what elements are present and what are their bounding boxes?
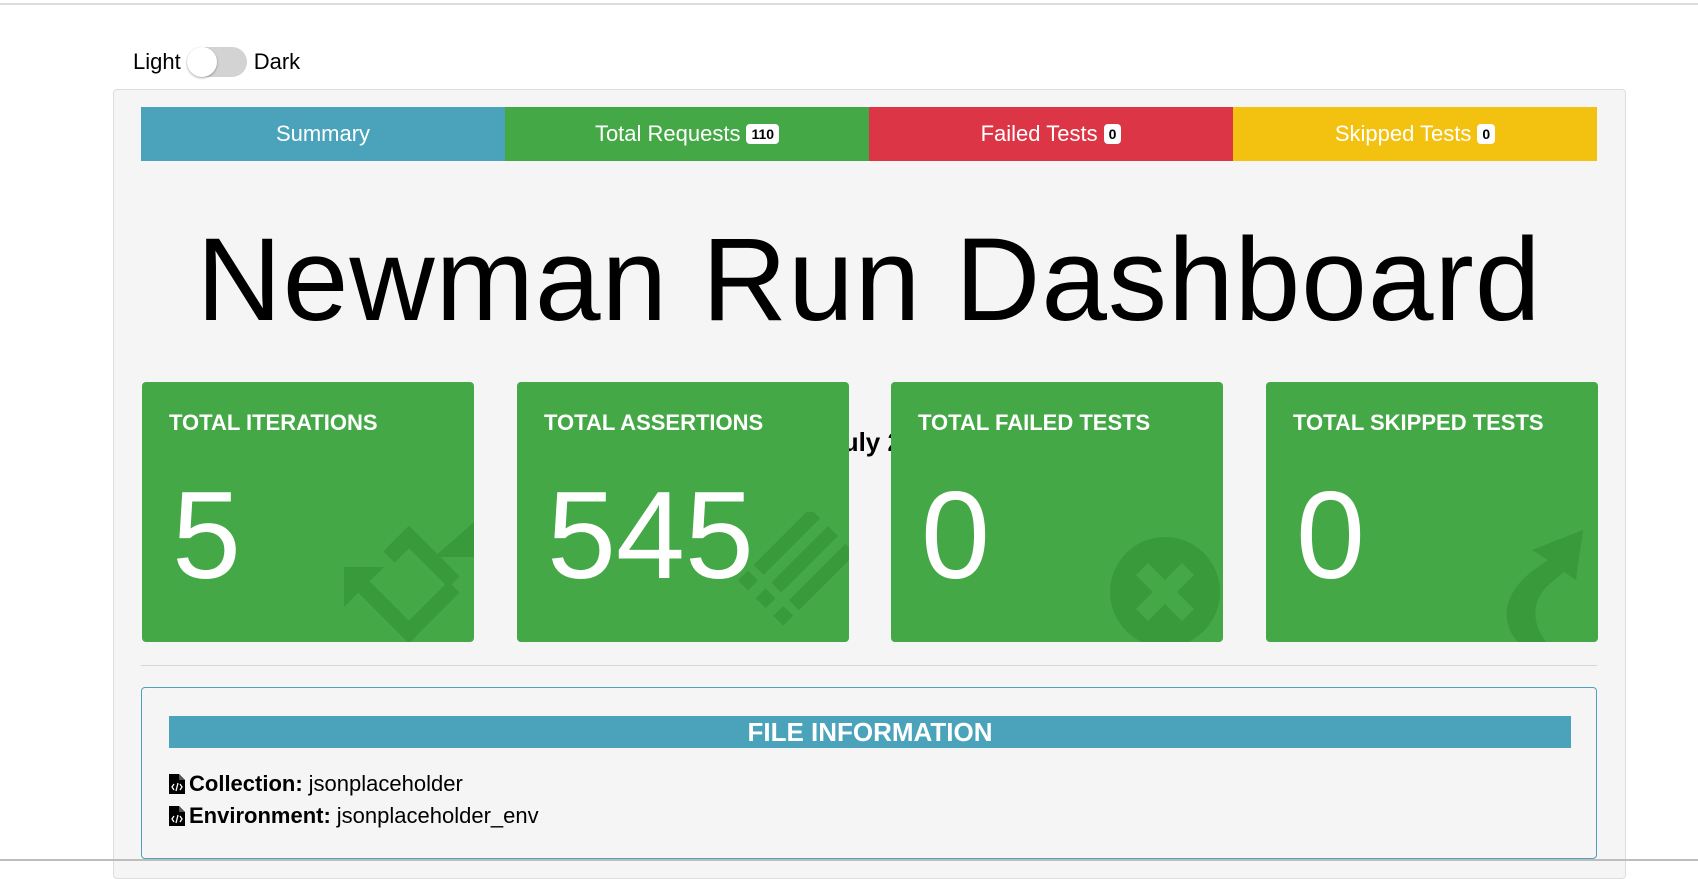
tab-failed-tests[interactable]: Failed Tests 0 bbox=[869, 107, 1233, 161]
total-skipped-tests-card: TOTAL SKIPPED TESTS 0 bbox=[1266, 382, 1598, 642]
card-label: TOTAL FAILED TESTS bbox=[918, 410, 1151, 435]
card-label: TOTAL ASSERTIONS bbox=[544, 410, 764, 435]
collection-value: jsonplaceholder bbox=[308, 771, 463, 796]
card-value: 0 bbox=[921, 467, 990, 605]
collection-row: Collection: jsonplaceholder bbox=[169, 771, 463, 797]
theme-switch[interactable] bbox=[186, 47, 247, 77]
light-label: Light bbox=[133, 49, 181, 74]
tab-total-requests[interactable]: Total Requests 110 bbox=[505, 107, 869, 161]
top-border bbox=[0, 3, 1698, 5]
tab-skipped-tests[interactable]: Skipped Tests 0 bbox=[1233, 107, 1597, 161]
file-code-icon bbox=[169, 774, 185, 794]
total-requests-badge: 110 bbox=[746, 124, 780, 144]
environment-value: jsonplaceholder_env bbox=[336, 803, 539, 828]
share-arrow-icon bbox=[1506, 530, 1583, 642]
total-iterations-card: TOTAL ITERATIONS 5 bbox=[142, 382, 474, 642]
tab-summary-label: Summary bbox=[275, 121, 371, 146]
switch-knob bbox=[186, 47, 217, 77]
card-value: 5 bbox=[172, 467, 241, 605]
nav-tabs: Summary Total Requests 110 Failed Tests … bbox=[141, 107, 1597, 161]
times-circle-icon bbox=[1110, 537, 1220, 642]
page-title: Newman Run Dashboard bbox=[196, 214, 1542, 346]
section-divider bbox=[141, 665, 1597, 666]
dashboard-container: Summary Total Requests 110 Failed Tests … bbox=[113, 89, 1626, 879]
theme-toggle: Light Dark bbox=[133, 44, 300, 80]
card-label: TOTAL ITERATIONS bbox=[169, 410, 378, 435]
environment-label: Environment: bbox=[189, 803, 331, 828]
tasks-icon bbox=[738, 512, 849, 626]
file-information-panel: FILE INFORMATION Collection: jsonplaceho… bbox=[141, 687, 1597, 859]
sync-icon bbox=[344, 522, 474, 642]
failed-tests-badge: 0 bbox=[1103, 124, 1122, 144]
card-value: 0 bbox=[1296, 467, 1365, 605]
total-assertions-card: TOTAL ASSERTIONS 545 bbox=[517, 382, 849, 642]
tab-total-requests-label: Total Requests bbox=[594, 121, 741, 146]
environment-row: Environment: jsonplaceholder_env bbox=[169, 803, 539, 829]
tab-failed-tests-label: Failed Tests bbox=[980, 121, 1098, 146]
total-failed-tests-card: TOTAL FAILED TESTS 0 bbox=[891, 382, 1223, 642]
collection-label: Collection: bbox=[189, 771, 303, 796]
skipped-tests-badge: 0 bbox=[1477, 124, 1496, 144]
file-information-header: FILE INFORMATION bbox=[169, 716, 1571, 748]
dark-label: Dark bbox=[253, 49, 301, 74]
card-label: TOTAL SKIPPED TESTS bbox=[1293, 410, 1544, 435]
tab-summary[interactable]: Summary bbox=[141, 107, 505, 161]
tab-skipped-tests-label: Skipped Tests bbox=[1334, 121, 1472, 146]
file-code-icon bbox=[169, 806, 185, 826]
